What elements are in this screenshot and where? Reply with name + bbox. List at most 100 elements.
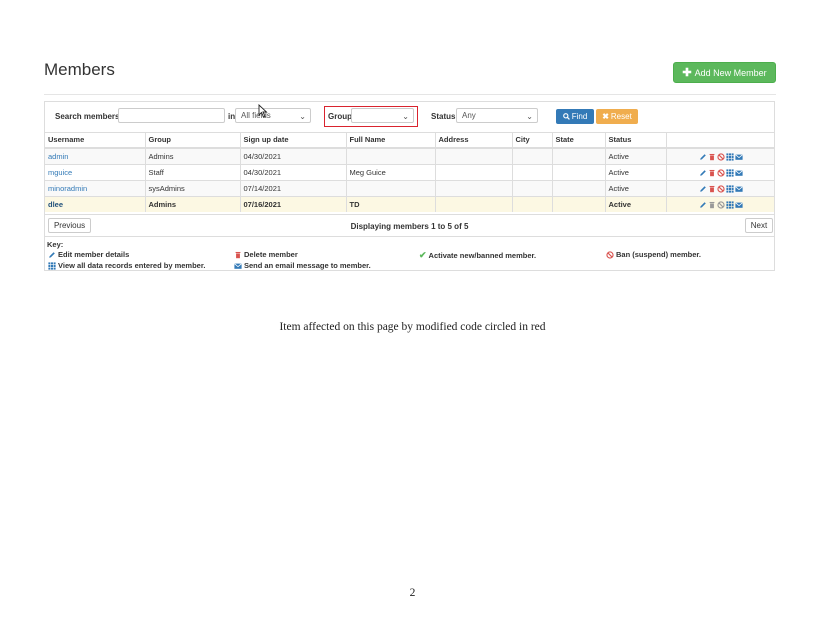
key-edit: Edit member details (47, 250, 129, 259)
column-header[interactable]: City (512, 132, 553, 149)
key-edit-label: Edit member details (58, 250, 130, 259)
key-delete: Delete member (233, 250, 298, 259)
key-ban: Ban (suspend) member. (605, 250, 701, 259)
find-label: Find (571, 112, 588, 121)
trash-icon (235, 251, 241, 258)
field-select[interactable]: All fields ⌄ (235, 108, 311, 123)
row-actions (666, 180, 774, 197)
trash-icon[interactable] (708, 185, 716, 193)
pencil-icon[interactable] (699, 169, 707, 177)
page-number: 2 (409, 587, 416, 599)
city-cell (512, 196, 553, 212)
grid-icon (48, 261, 56, 270)
group-cell: Admins (145, 147, 241, 165)
page-title: Members (44, 60, 115, 79)
check-icon: ✔ (419, 250, 427, 260)
group-select[interactable]: ⌄ (351, 108, 414, 123)
key-activate: ✔ Activate new/banned member. (419, 250, 536, 261)
row-actions (666, 147, 774, 165)
signup-cell: 04/30/2021 (240, 147, 347, 165)
status-cell: Active (605, 164, 667, 181)
close-icon: ✖ (602, 112, 609, 121)
search-bar: Search members in All fields ⌄ Group ⌄ S… (45, 102, 774, 133)
key-email: Send an email message to member. (233, 261, 371, 270)
username-link[interactable]: admin (48, 152, 68, 161)
members-table: Username Group Sign up date Full Name Ad… (45, 132, 774, 212)
ban-icon[interactable] (717, 153, 725, 161)
table-header-row: Username Group Sign up date Full Name Ad… (45, 132, 774, 149)
city-cell (512, 147, 553, 165)
column-header[interactable]: State (552, 132, 606, 149)
pencil-icon[interactable] (699, 153, 707, 161)
pencil-icon (49, 251, 55, 258)
key-email-label: Send an email message to member. (244, 261, 371, 270)
envelope-icon[interactable] (735, 201, 743, 209)
trash-icon[interactable] (708, 153, 716, 161)
status-select[interactable]: Any ⌄ (456, 108, 538, 123)
column-header[interactable]: Address (435, 132, 513, 149)
column-header[interactable]: Full Name (346, 132, 436, 149)
key-title: Key: (47, 240, 64, 249)
key-legend: Key: Edit member details Delete member ✔… (45, 236, 774, 271)
pagination-info: Displaying members 1 to 5 of 5 (350, 222, 469, 231)
members-panel: Search members in All fields ⌄ Group ⌄ S… (44, 101, 775, 271)
city-cell (512, 164, 553, 181)
search-input[interactable] (118, 108, 225, 123)
divider (44, 94, 776, 95)
column-header[interactable]: Status (605, 132, 667, 149)
grid-icon[interactable] (726, 201, 734, 209)
add-new-member-label: Add New Member (694, 67, 767, 78)
state-cell (552, 180, 606, 197)
signup-cell: 04/30/2021 (240, 164, 347, 181)
fullname-cell (346, 180, 436, 197)
pencil-icon[interactable] (699, 201, 707, 209)
add-new-member-button[interactable]: ✚ Add New Member (673, 62, 776, 83)
reset-button[interactable]: ✖ Reset (596, 109, 638, 124)
signup-cell: 07/14/2021 (240, 180, 347, 197)
group-cell: Admins (145, 196, 241, 212)
column-header[interactable]: Group (145, 132, 241, 149)
column-header[interactable]: Sign up date (240, 132, 347, 149)
find-button[interactable]: Find (556, 109, 594, 124)
table-row: mguice Staff 04/30/2021 Meg Guice Active (45, 164, 774, 181)
envelope-icon[interactable] (735, 169, 743, 177)
pencil-icon[interactable] (699, 185, 707, 193)
plus-icon: ✚ (682, 67, 692, 79)
state-cell (552, 164, 606, 181)
column-header[interactable]: Username (45, 132, 146, 149)
fullname-cell: TD (346, 196, 436, 212)
group-label: Group (328, 112, 352, 121)
grid-icon[interactable] (726, 169, 734, 177)
grid-icon[interactable] (726, 153, 734, 161)
trash-icon[interactable] (708, 169, 716, 177)
row-actions (666, 164, 774, 181)
username-link[interactable]: dlee (48, 200, 63, 209)
chevron-down-icon: ⌄ (402, 112, 409, 121)
status-cell: Active (605, 180, 667, 197)
status-select-value: Any (462, 111, 476, 120)
fullname-cell (346, 147, 436, 165)
ban-icon[interactable] (717, 169, 725, 177)
state-cell (552, 196, 606, 212)
key-records: View all data records entered by member. (47, 261, 205, 270)
address-cell (435, 196, 513, 212)
chevron-down-icon: ⌄ (299, 112, 306, 121)
fullname-cell: Meg Guice (346, 164, 436, 181)
key-activate-label: Activate new/banned member. (428, 251, 537, 260)
envelope-icon (234, 263, 242, 269)
next-button[interactable]: Next (745, 218, 773, 233)
ban-icon[interactable] (717, 185, 725, 193)
state-cell (552, 147, 606, 165)
envelope-icon[interactable] (735, 153, 743, 161)
chevron-down-icon: ⌄ (526, 112, 533, 121)
group-cell: sysAdmins (145, 180, 241, 197)
address-cell (435, 147, 513, 165)
username-link[interactable]: minoradmin (48, 184, 87, 193)
row-actions (666, 196, 774, 212)
envelope-icon[interactable] (735, 185, 743, 193)
mouse-cursor-icon (258, 104, 268, 118)
caption-note: Item affected on this page by modified c… (279, 321, 546, 333)
actions-header (666, 132, 774, 149)
username-link[interactable]: mguice (48, 168, 72, 177)
grid-icon[interactable] (726, 185, 734, 193)
